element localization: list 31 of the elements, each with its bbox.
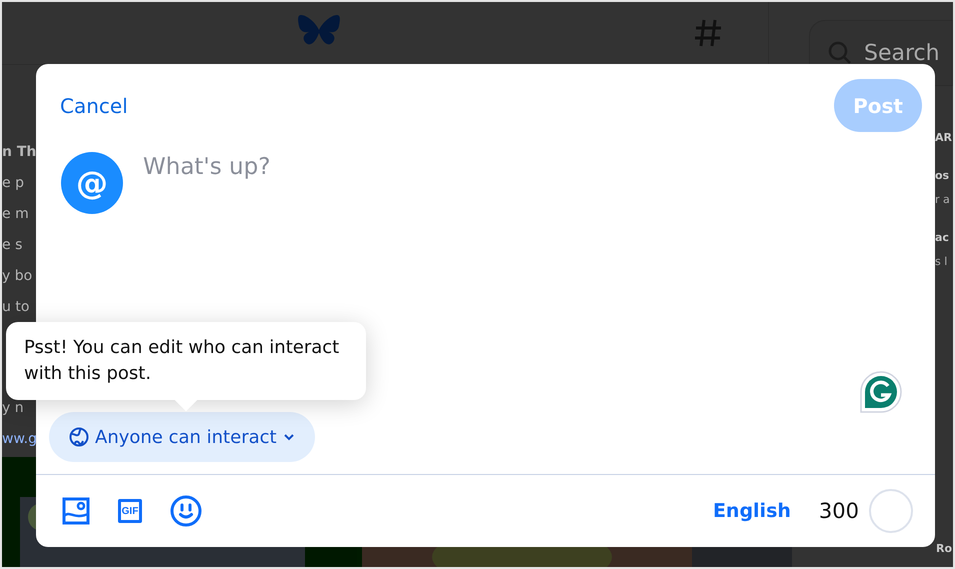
gif-button[interactable]: GIF <box>118 499 142 523</box>
progress-ring <box>869 489 913 533</box>
trend-text: r a <box>935 192 951 208</box>
emoji-button[interactable] <box>170 495 202 527</box>
post-text: n Th <box>2 143 36 162</box>
cancel-button[interactable]: Cancel <box>60 94 128 118</box>
search-icon <box>828 41 852 65</box>
globe-icon <box>69 427 89 447</box>
chevron-down-icon <box>282 433 295 441</box>
trend-title: Ro <box>936 542 952 555</box>
trend-title: ac <box>935 230 950 246</box>
trend-title: os <box>935 168 950 184</box>
image-button[interactable] <box>62 497 90 525</box>
post-text: y bo <box>2 267 32 286</box>
grammarly-icon[interactable] <box>859 370 903 414</box>
post-text: e s <box>2 236 22 255</box>
post-link[interactable]: ww.g <box>2 426 37 452</box>
post-text: u to <box>2 298 30 317</box>
post-text: e p <box>2 174 24 193</box>
character-count: 300 <box>818 499 859 523</box>
post-text: y n <box>2 399 24 418</box>
smiley-icon <box>170 495 202 527</box>
trend-title: AR <box>935 130 953 146</box>
avatar: @ <box>61 152 123 214</box>
tooltip-text: Psst! You can edit who can interact with this post. <box>24 337 340 384</box>
trend-text: s l <box>935 254 948 270</box>
post-text: e m <box>2 205 29 224</box>
search-placeholder: Search <box>864 40 940 66</box>
image-icon <box>62 497 90 525</box>
interaction-settings-button[interactable]: Anyone can interact <box>49 412 315 462</box>
language-button[interactable]: English <box>712 500 791 522</box>
